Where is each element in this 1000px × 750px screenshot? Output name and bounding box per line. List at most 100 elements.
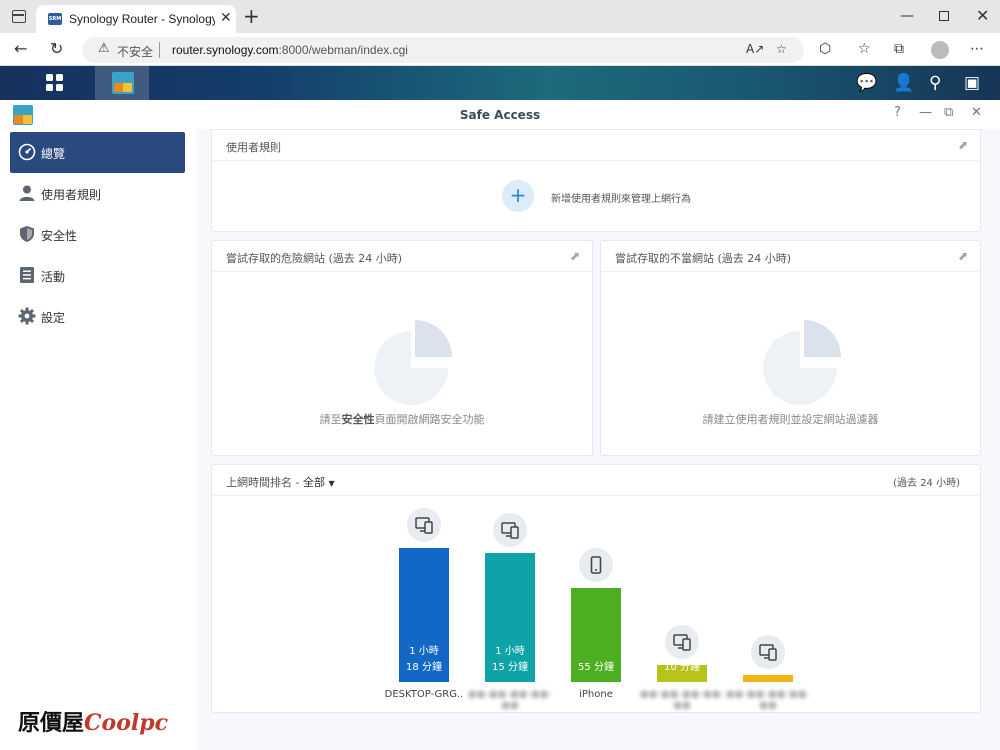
gear-icon <box>18 307 36 325</box>
address-bar: ← ↻ ⚠ 不安全 router.synology.com:8000/webma… <box>0 33 1000 66</box>
sidebar-item-user-rules[interactable]: 使用者規則 <box>10 173 185 214</box>
sidebar-item-activity[interactable]: 活動 <box>10 255 185 296</box>
favorite-add-icon[interactable]: ☆ <box>776 42 787 56</box>
msg-post: 頁面開啟網路安全功能 <box>374 413 485 426</box>
ranking-bar[interactable]: 10 分鐘 <box>657 662 707 682</box>
ranking-bar[interactable]: 55 分鐘 <box>571 588 621 682</box>
device-name-label: ●●-●●-●●-●●-●● <box>467 689 553 711</box>
favorites-icon[interactable]: ☆ <box>858 41 871 57</box>
srm-favicon-icon: SRM <box>48 13 62 25</box>
add-rule-button[interactable]: + <box>502 180 534 212</box>
back-icon[interactable]: ← <box>14 39 27 58</box>
ranking-bar[interactable]: 1 小時 18 分鐘 <box>399 548 449 682</box>
empty-pie-icon <box>374 320 452 405</box>
more-icon[interactable]: ⋯ <box>970 41 984 57</box>
card-header: 使用者規則 ⬈ <box>212 130 980 161</box>
ranking-bar[interactable]: 1 小時 15 分鐘 <box>485 553 535 682</box>
security-link[interactable]: 安全性 <box>342 413 375 426</box>
user-menu-icon[interactable]: 👤 <box>893 73 914 93</box>
search-icon[interactable]: ⚲ <box>929 73 941 93</box>
safe-access-taskbar-button[interactable] <box>95 66 149 100</box>
list-icon <box>20 267 34 283</box>
card-title: 使用者規則 <box>226 141 281 154</box>
inappropriate-sites-card: 嘗試存取的不當網站 (過去 24 小時) ⬈ 請建立使用者規則並設定網站過濾器 <box>600 240 981 456</box>
reload-icon[interactable]: ↻ <box>50 39 63 58</box>
sidebar-item-label: 設定 <box>41 311 66 325</box>
sidebar-item-security[interactable]: 安全性 <box>10 214 185 255</box>
pc-phone-icon <box>665 625 699 659</box>
collections-icon[interactable]: ⧉ <box>894 41 904 57</box>
safe-access-icon <box>112 72 134 94</box>
user-rules-card: 使用者規則 ⬈ + 新增使用者規則來管理上網行為 <box>211 129 981 232</box>
watermark-logo: 原價屋Coolpc <box>18 705 168 737</box>
bar-value-label: 1 小時 15 分鐘 <box>492 646 528 673</box>
expand-icon[interactable]: ⬈ <box>570 249 580 263</box>
url-separator <box>159 42 160 58</box>
watermark-text-a: 原價屋 <box>18 710 85 736</box>
ranking-chart: 1 小時 18 分鐘 DESKTOP-GRG.. 1 小時 15 分鐘 ●●-●●-●●-… <box>212 465 982 714</box>
app-window-titlebar: Safe Access ? — ⧉ ✕ <box>0 101 1000 129</box>
add-rule-text[interactable]: 新增使用者規則來管理上網行為 <box>551 190 691 205</box>
card-title: 嘗試存取的不當網站 (過去 24 小時) <box>615 252 792 265</box>
dangerous-sites-card: 嘗試存取的危險網站 (過去 24 小時) ⬈ 請至安全性頁面開啟網路安全功能 <box>211 240 593 456</box>
card-title: 嘗試存取的危險網站 (過去 24 小時) <box>226 252 403 265</box>
widgets-icon[interactable]: ▣ <box>964 73 980 93</box>
watermark-text-b: Coolpc <box>84 710 169 736</box>
notifications-icon[interactable]: 💬 <box>856 73 877 93</box>
browser-tab-bar: SRM Synology Router - SynologyRout ✕ + —… <box>0 0 1000 33</box>
url-path: :8000/webman/index.cgi <box>278 43 408 57</box>
empty-message: 請建立使用者規則並設定網站過濾器 <box>702 413 879 426</box>
sidebar: 總覽 使用者規則 安全性 活動 設定 原價屋Coolpc <box>0 129 196 750</box>
bar-value-label: 10 分鐘 <box>664 662 700 673</box>
empty-message: 請至安全性頁面開啟網路安全功能 <box>212 411 592 427</box>
expand-icon[interactable]: ⬈ <box>958 249 968 263</box>
card-header: 嘗試存取的不當網站 (過去 24 小時) ⬈ <box>601 241 980 272</box>
shield-icon <box>20 226 34 242</box>
ranking-bar[interactable]: 4 分鐘 <box>743 662 793 682</box>
sidebar-item-overview[interactable]: 總覽 <box>10 132 185 173</box>
browser-tab[interactable]: SRM Synology Router - SynologyRout ✕ <box>36 5 236 33</box>
read-aloud-icon[interactable]: A↗ <box>746 42 764 56</box>
sidebar-item-label: 安全性 <box>41 229 78 243</box>
new-tab-icon[interactable]: + <box>243 4 260 28</box>
app-restore-icon[interactable]: ⧉ <box>944 105 953 120</box>
device-name-label: ●●-●●-●●-●●-●● <box>639 689 725 711</box>
msg-pre: 請至 <box>319 413 342 426</box>
device-name-label: iPhone <box>579 689 613 700</box>
main-menu-icon[interactable] <box>46 74 64 92</box>
url-input[interactable]: ⚠ 不安全 router.synology.com:8000/webman/in… <box>82 37 804 63</box>
tab-title: Synology Router - SynologyRout <box>69 12 215 26</box>
app-minimize-icon[interactable]: — <box>919 105 932 120</box>
empty-pie-icon <box>763 320 841 405</box>
warning-icon: ⚠ <box>98 41 110 56</box>
url-host: router.synology.com <box>172 43 279 57</box>
minimize-icon[interactable]: — <box>900 8 914 24</box>
maximize-icon[interactable] <box>939 11 949 21</box>
user-icon <box>19 185 35 201</box>
app-close-icon[interactable]: ✕ <box>971 105 982 120</box>
profile-avatar[interactable] <box>931 41 949 59</box>
device-name-label: ●●-●●-●●-●●-●● <box>725 689 811 711</box>
expand-icon[interactable]: ⬈ <box>958 138 968 152</box>
bar-value-label: 55 分鐘 <box>578 662 614 673</box>
dashboard-icon <box>18 143 36 161</box>
sidebar-item-label: 活動 <box>41 270 66 284</box>
url-text: router.synology.com:8000/webman/index.cg… <box>172 43 408 57</box>
extensions-icon[interactable]: ⬡ <box>819 41 831 57</box>
sidebar-item-label: 總覽 <box>41 147 66 161</box>
pc-phone-icon <box>493 513 527 547</box>
device-name-label: DESKTOP-GRG.. <box>384 689 464 700</box>
sidebar-item-label: 使用者規則 <box>41 188 102 202</box>
tab-actions-icon[interactable] <box>12 10 26 23</box>
app-title: Safe Access <box>459 108 541 122</box>
help-icon[interactable]: ? <box>894 105 901 120</box>
sidebar-item-settings[interactable]: 設定 <box>10 296 185 337</box>
tab-close-icon[interactable]: ✕ <box>220 10 232 26</box>
main-content: 使用者規則 ⬈ + 新增使用者規則來管理上網行為 嘗試存取的危險網站 (過去 2… <box>196 129 1000 750</box>
srm-taskbar: 💬 👤 ⚲ ▣ <box>0 66 1000 100</box>
pc-phone-icon <box>407 508 441 542</box>
phone-icon <box>579 548 613 582</box>
window-close-icon[interactable]: ✕ <box>976 6 989 25</box>
insecure-label: 不安全 <box>117 45 154 59</box>
bar-value-label: 1 小時 18 分鐘 <box>406 646 442 673</box>
